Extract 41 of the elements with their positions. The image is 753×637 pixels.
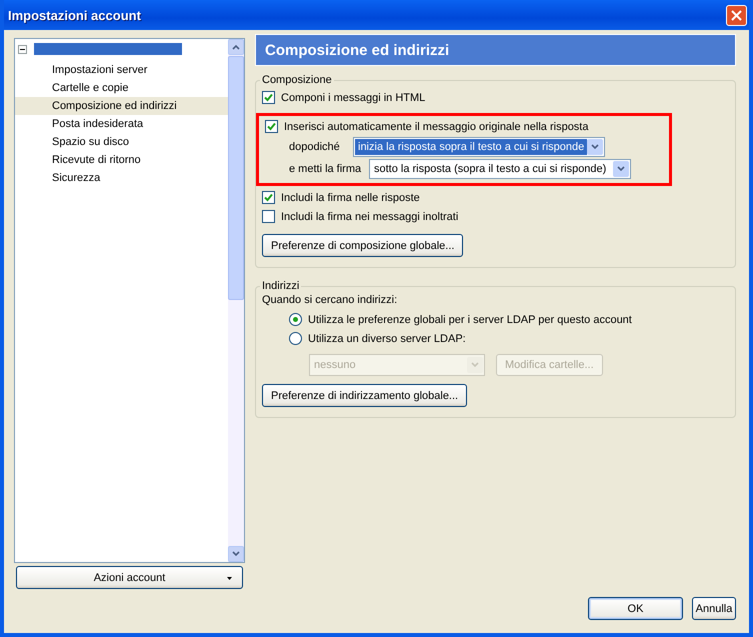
tree-item[interactable]: Spazio su disco bbox=[15, 133, 228, 151]
dialog-button[interactable]: OK bbox=[588, 597, 683, 620]
collapse-icon[interactable] bbox=[18, 44, 27, 54]
tree-item[interactable]: Composizione ed indirizzi bbox=[15, 97, 228, 115]
scroll-up-icon[interactable] bbox=[228, 39, 244, 55]
checkbox-label: Includi la firma nei messaggi inoltrati bbox=[281, 210, 458, 222]
tree-item[interactable]: Impostazioni server bbox=[15, 61, 228, 79]
close-icon bbox=[731, 10, 742, 20]
radio-label: Utilizza un diverso server LDAP: bbox=[308, 332, 466, 344]
scroll-thumb[interactable] bbox=[228, 56, 244, 300]
checkbox[interactable] bbox=[262, 191, 275, 204]
tree-item[interactable]: Ricevute di ritorno bbox=[15, 151, 228, 169]
window-title: Impostazioni account bbox=[7, 8, 141, 22]
reply-position-dropdown[interactable]: inizia la risposta sopra il testo a cui si risponde bbox=[353, 137, 605, 157]
group-label: Indirizzi bbox=[261, 280, 300, 292]
account-actions-button[interactable]: Azioni account bbox=[16, 566, 243, 589]
global-addressing-button[interactable]: Preferenze di indirizzamento globale... bbox=[262, 384, 468, 407]
global-composition-button[interactable]: Preferenze di composizione globale... bbox=[262, 234, 464, 257]
tree-item[interactable]: Cartelle e copie bbox=[15, 79, 228, 97]
radio-button[interactable] bbox=[289, 313, 302, 326]
checkbox[interactable] bbox=[265, 120, 278, 133]
scrollbar[interactable] bbox=[228, 39, 244, 562]
page-title: Composizione ed indirizzi bbox=[255, 34, 736, 66]
checkbox-label: Includi la firma nelle risposte bbox=[281, 192, 420, 204]
tree-item[interactable]: Posta indesiderata bbox=[15, 115, 228, 133]
caret-icon bbox=[227, 577, 232, 580]
checkbox[interactable] bbox=[262, 210, 275, 223]
signature-position-dropdown[interactable]: sotto la risposta (sopra il testo a cui si risponde) bbox=[369, 159, 631, 179]
checkbox[interactable] bbox=[262, 91, 275, 104]
tree-item[interactable]: Sicurezza bbox=[15, 169, 228, 187]
group-label: Composizione bbox=[261, 74, 333, 86]
checkbox-label: Inserisci automaticamente il messaggio originale nella risposta bbox=[284, 120, 588, 132]
field-label: e metti la firma bbox=[288, 163, 362, 175]
checkbox-label: Componi i messaggi in HTML bbox=[281, 92, 426, 104]
prompt-text: Quando si cercano indirizzi: bbox=[262, 294, 398, 306]
dialog-button[interactable]: Annulla bbox=[692, 597, 736, 620]
scroll-down-icon[interactable] bbox=[228, 546, 244, 562]
radio-button[interactable] bbox=[289, 332, 302, 345]
radio-label: Utilizza le preferenze globali per i server LDAP per questo account bbox=[308, 314, 632, 326]
close-button[interactable] bbox=[726, 4, 747, 26]
field-label: dopodiché bbox=[288, 141, 341, 153]
